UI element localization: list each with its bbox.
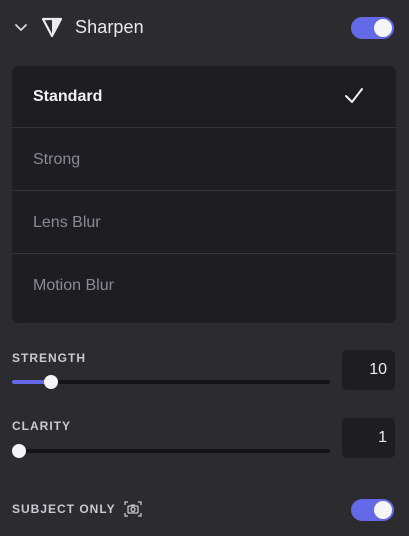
mode-motion-blur[interactable]: Motion Blur <box>12 255 396 317</box>
clarity-slider-thumb[interactable] <box>12 444 26 458</box>
sharpen-header[interactable]: Sharpen <box>0 0 409 56</box>
strength-slider-thumb[interactable] <box>43 375 58 389</box>
toggle-knob <box>374 501 392 519</box>
strength-value: 10 <box>369 361 387 378</box>
mode-label: Motion Blur <box>33 277 114 294</box>
mode-label: Standard <box>33 88 103 105</box>
mode-label: Strong <box>33 151 81 168</box>
clarity-value-input[interactable]: 1 <box>342 418 395 458</box>
subject-only-toggle[interactable] <box>351 499 394 521</box>
mode-label: Lens Blur <box>33 214 101 231</box>
chevron-down-icon[interactable] <box>13 19 29 35</box>
subject-only-label: SUBJECT ONLY <box>12 502 116 516</box>
mode-lens-blur[interactable]: Lens Blur <box>12 192 396 254</box>
sharpen-mode-list: Standard Strong Lens Blur Motion Blur <box>12 66 396 323</box>
clarity-value: 1 <box>378 429 387 446</box>
sharpen-toggle[interactable] <box>351 17 394 39</box>
section-title: Sharpen <box>75 17 144 37</box>
clarity-label: CLARITY <box>12 419 71 433</box>
strength-value-input[interactable]: 10 <box>342 350 395 390</box>
toggle-knob <box>374 19 392 37</box>
strength-label: STRENGTH <box>12 351 86 365</box>
sharpen-triangle-icon <box>41 17 63 38</box>
checkmark-icon <box>345 88 363 103</box>
camera-icon <box>124 501 142 517</box>
strength-slider[interactable] <box>12 375 330 389</box>
mode-standard[interactable]: Standard <box>12 66 396 128</box>
clarity-slider[interactable] <box>12 444 330 458</box>
mode-strong[interactable]: Strong <box>12 129 396 191</box>
